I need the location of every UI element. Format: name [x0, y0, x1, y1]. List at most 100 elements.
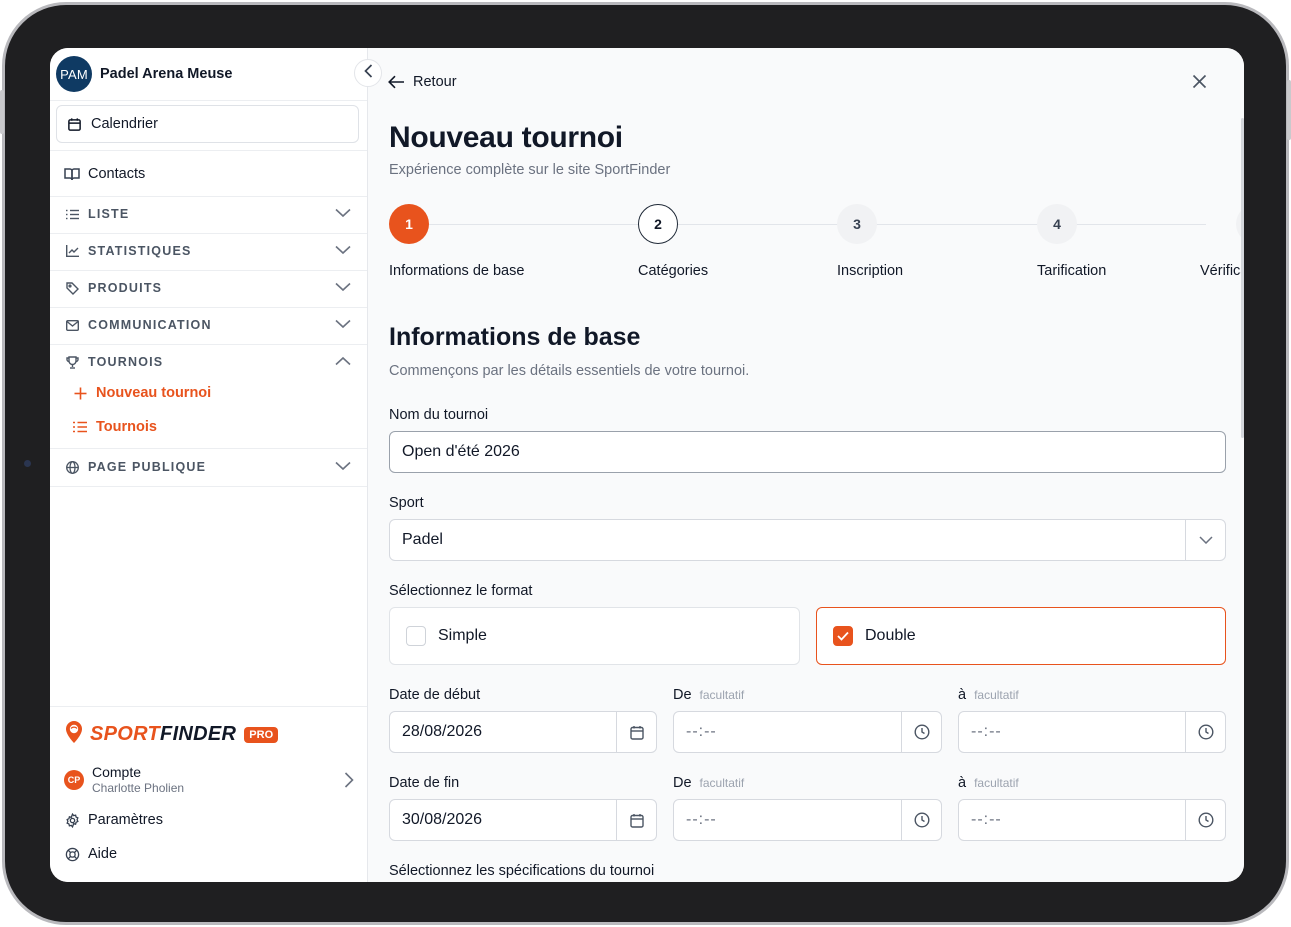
list-icon	[72, 421, 88, 433]
screen: PAM Padel Arena Meuse Calendrier Contact…	[50, 48, 1244, 882]
sidebar-item-tournois[interactable]: Tournois	[72, 416, 157, 438]
scrollbar[interactable]	[1241, 118, 1244, 438]
step-1[interactable]: 1	[389, 204, 429, 244]
sidebar-item-label: Nouveau tournoi	[96, 385, 212, 401]
org-name: Padel Arena Meuse	[100, 66, 233, 82]
checkbox-checked[interactable]	[833, 626, 853, 646]
clock-icon[interactable]	[901, 712, 941, 752]
divider	[50, 270, 367, 271]
calendar-icon[interactable]	[616, 800, 656, 840]
sidebar-item-contacts[interactable]: Contacts	[50, 161, 367, 187]
sport-select[interactable]: Padel	[389, 519, 1226, 561]
back-button[interactable]: Retour	[388, 74, 457, 90]
mail-icon	[64, 317, 80, 333]
account-user-name: Charlotte Pholien	[92, 781, 185, 795]
end-date-input[interactable]: 30/08/2026	[389, 799, 657, 841]
clock-icon[interactable]	[1185, 800, 1225, 840]
select-value: Padel	[402, 531, 443, 548]
divider	[50, 706, 367, 707]
format-option-simple[interactable]: Simple	[389, 607, 800, 665]
sidebar-section-liste[interactable]: LISTE	[50, 201, 367, 227]
user-avatar: CP	[64, 769, 84, 790]
sidebar-section-statistiques[interactable]: STATISTIQUES	[50, 238, 367, 264]
front-camera	[24, 460, 31, 467]
section-subtitle: Commençons par les détails essentiels de…	[389, 363, 750, 379]
section-label: STATISTIQUES	[88, 244, 192, 258]
sidebar-item-label: Paramètres	[88, 812, 163, 828]
calendar-icon	[67, 117, 82, 132]
section-label: PAGE PUBLIQUE	[88, 460, 207, 474]
tournament-name-input[interactable]: Open d'été 2026	[389, 431, 1226, 473]
start-date-input[interactable]: 28/08/2026	[389, 711, 657, 753]
divider	[50, 344, 367, 345]
format-option-label: Simple	[438, 627, 487, 644]
collapse-sidebar-button[interactable]	[354, 59, 382, 87]
chevron-up-icon	[335, 353, 351, 371]
input-value: 28/08/2026	[402, 723, 483, 740]
sidebar: PAM Padel Arena Meuse Calendrier Contact…	[50, 48, 368, 882]
org-switcher[interactable]: PAM Padel Arena Meuse	[56, 56, 232, 92]
section-label: PRODUITS	[88, 281, 163, 295]
end-from-label: De facultatif	[673, 775, 744, 791]
optional-hint: facultatif	[699, 688, 745, 702]
device-button	[0, 90, 4, 134]
chevron-down-icon	[335, 316, 351, 334]
location-pin-icon	[64, 720, 84, 749]
from-text: De	[673, 775, 692, 791]
sidebar-item-calendar[interactable]: Calendrier	[56, 105, 359, 143]
divider	[50, 307, 367, 308]
pro-badge: PRO	[244, 726, 279, 743]
input-value: Open d'été 2026	[402, 443, 520, 460]
calendar-icon[interactable]	[616, 712, 656, 752]
start-to-time-input[interactable]: --:--	[958, 711, 1226, 753]
account-menu[interactable]: CP Compte Charlotte Pholien	[64, 764, 354, 795]
list-icon	[64, 206, 80, 222]
start-from-time-input[interactable]: --:--	[673, 711, 942, 753]
account-label: Compte	[92, 764, 142, 780]
chevron-down-icon	[1185, 520, 1225, 560]
sidebar-section-produits[interactable]: PRODUITS	[50, 275, 367, 301]
sidebar-item-help[interactable]: Aide	[64, 844, 117, 864]
arrow-left-icon	[388, 75, 405, 89]
sidebar-item-label: Contacts	[88, 166, 146, 182]
tag-icon	[64, 280, 80, 296]
divider	[50, 196, 367, 197]
book-icon	[64, 166, 80, 182]
sidebar-section-tournois[interactable]: TOURNOIS	[50, 349, 367, 375]
end-from-time-input[interactable]: --:--	[673, 799, 942, 841]
end-to-time-input[interactable]: --:--	[958, 799, 1226, 841]
optional-hint: facultatif	[974, 688, 1019, 702]
checkbox[interactable]	[406, 626, 426, 646]
sidebar-section-communication[interactable]: COMMUNICATION	[50, 312, 367, 338]
chevron-left-icon	[363, 63, 373, 83]
to-text: à	[958, 687, 967, 703]
specs-label: Sélectionnez les spécifications du tourn…	[389, 863, 655, 879]
chevron-down-icon	[335, 242, 351, 260]
start-date-label: Date de début	[389, 687, 481, 703]
step-3[interactable]: 3	[837, 204, 877, 244]
chevron-down-icon	[335, 205, 351, 223]
step-2[interactable]: 2	[638, 204, 678, 244]
step-4[interactable]: 4	[1037, 204, 1077, 244]
close-button[interactable]	[1192, 74, 1207, 94]
time-placeholder: --:--	[971, 723, 1002, 740]
format-option-double[interactable]: Double	[816, 607, 1226, 665]
clock-icon[interactable]	[901, 800, 941, 840]
step-label: Catégories	[638, 263, 709, 279]
format-option-label: Double	[865, 627, 916, 644]
chevron-down-icon	[335, 279, 351, 297]
name-label: Nom du tournoi	[389, 407, 489, 423]
sidebar-item-settings[interactable]: Paramètres	[64, 810, 163, 830]
plus-icon	[72, 387, 88, 400]
sidebar-item-label: Aide	[88, 846, 118, 862]
time-placeholder: --:--	[686, 811, 717, 828]
step-label: Vérification	[1200, 263, 1244, 279]
optional-hint: facultatif	[974, 776, 1019, 790]
page-subtitle: Expérience complète sur le site SportFin…	[389, 162, 671, 178]
brand-part-finder: FINDER	[160, 723, 237, 745]
clock-icon[interactable]	[1185, 712, 1225, 752]
sidebar-item-label: Calendrier	[91, 116, 158, 132]
divider	[50, 150, 367, 151]
sidebar-section-page-publique[interactable]: PAGE PUBLIQUE	[50, 454, 367, 480]
sidebar-item-nouveau-tournoi[interactable]: Nouveau tournoi	[72, 382, 211, 404]
